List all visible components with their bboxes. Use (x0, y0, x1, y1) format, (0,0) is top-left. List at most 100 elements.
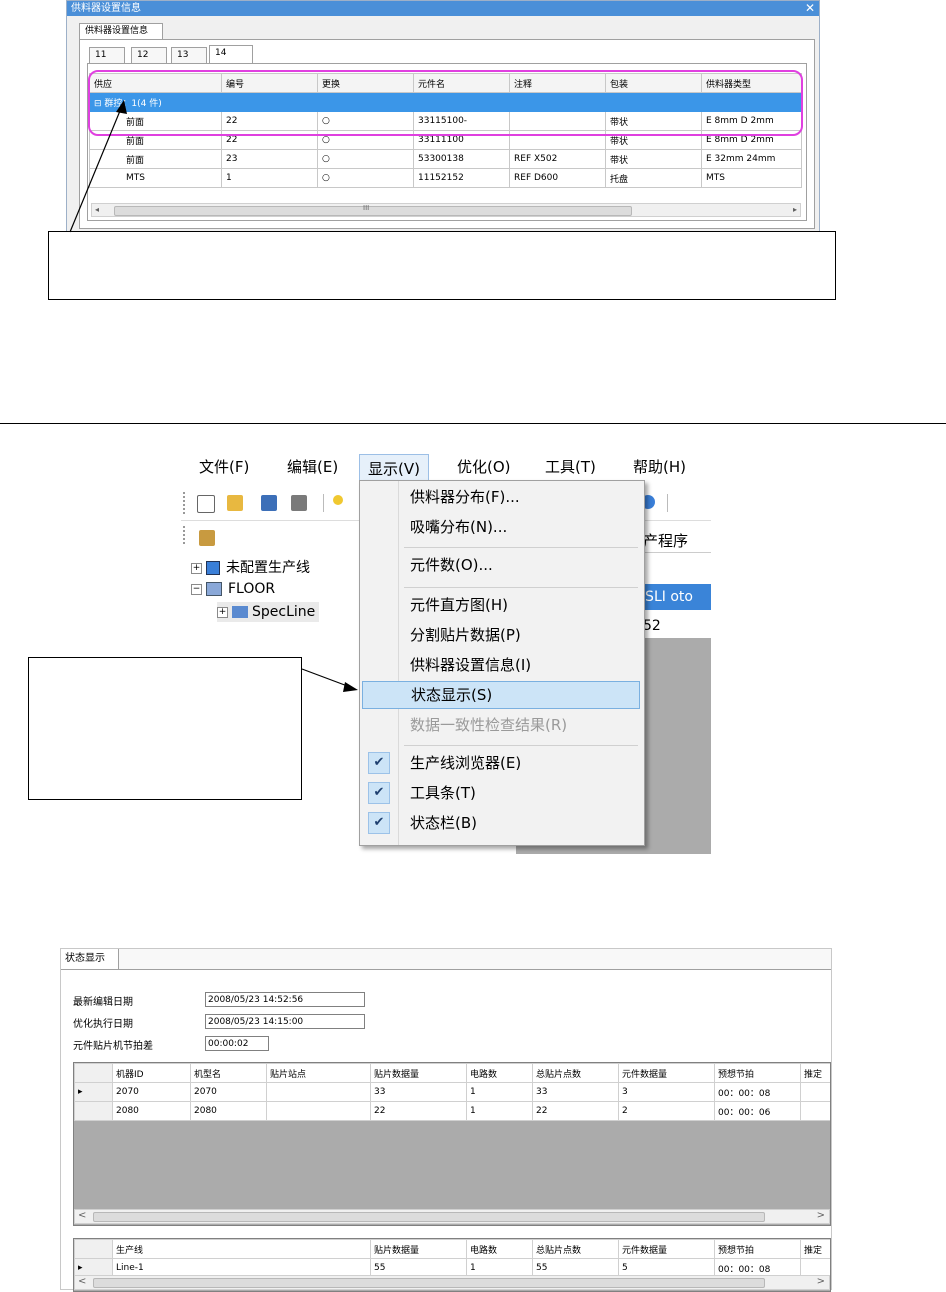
scroll-thumb[interactable] (93, 1212, 765, 1222)
menu-item-label: 分割贴片数据(P) (410, 626, 521, 644)
col-header-station[interactable]: 贴片站点 (266, 1063, 371, 1083)
cell: 33 (532, 1082, 619, 1102)
menu-item-split-placement[interactable]: 分割贴片数据(P) (362, 621, 640, 649)
properties-icon[interactable] (199, 530, 215, 546)
table-row[interactable]: ▸ 2070 2070 33 1 33 3 00：00：08 (74, 1082, 830, 1102)
col-header-line[interactable]: 生产线 (112, 1239, 371, 1259)
col-header-part-count[interactable]: 元件数据量 (618, 1239, 715, 1259)
add-icon[interactable] (333, 495, 343, 505)
cell (266, 1082, 371, 1102)
horizontal-scrollbar[interactable]: < > (74, 1209, 830, 1224)
scroll-thumb[interactable] (93, 1278, 765, 1288)
menu-item-toolbar[interactable]: ✔ 工具条(T) (362, 779, 640, 807)
menu-separator (404, 745, 638, 746)
tree-node-unassigned[interactable]: + 未配置生产线 (191, 558, 310, 578)
menu-file[interactable]: 文件(F) (199, 456, 249, 478)
menu-item-part-count[interactable]: 元件数(O)... (362, 551, 640, 579)
menu-item-label: 元件数(O)... (410, 556, 493, 574)
menu-item-label: 供料器设置信息(I) (410, 656, 532, 674)
check-icon: ✔ (368, 812, 390, 834)
grid-header-row: 生产线 贴片数据量 电路数 总贴片点数 元件数据量 预想节拍 推定 (74, 1239, 830, 1259)
cell: 22 (532, 1101, 619, 1121)
expand-icon[interactable]: + (217, 606, 228, 618)
field-opt-exec[interactable]: 2008/05/23 14:15:00 (205, 1014, 365, 1029)
toolbar-grip (183, 526, 187, 544)
menu-item-status-bar[interactable]: ✔ 状态栏(B) (362, 809, 640, 837)
field-tact-diff[interactable]: 00:00:02 (205, 1036, 269, 1051)
save-icon[interactable] (261, 495, 277, 511)
new-file-icon[interactable] (197, 495, 215, 513)
table-row[interactable]: 2080 2080 22 1 22 2 00：00：06 (74, 1101, 830, 1121)
line-table: 生产线 贴片数据量 电路数 总贴片点数 元件数据量 预想节拍 推定 ▸ Line… (74, 1239, 830, 1278)
menu-optimize[interactable]: 优化(O) (457, 456, 511, 478)
col-header-data-count[interactable]: 贴片数据量 (370, 1239, 467, 1259)
cell: 00：00：06 (714, 1101, 801, 1121)
scroll-right-arrow-icon[interactable]: > (817, 1210, 825, 1222)
tree-node-floor[interactable]: − FLOOR (191, 579, 275, 599)
menu-separator (404, 547, 638, 548)
selected-program[interactable]: -SLI oto (636, 584, 711, 610)
program-row[interactable]: 52 (643, 618, 661, 634)
menu-item-status-display[interactable]: 状态显示(S) (362, 681, 640, 709)
col-header-circuits[interactable]: 电路数 (466, 1239, 533, 1259)
scroll-right-arrow-icon[interactable]: > (817, 1276, 825, 1288)
callout-box-1 (48, 231, 836, 300)
col-header-part-count[interactable]: 元件数据量 (618, 1063, 715, 1083)
line-icon (206, 561, 220, 575)
menu-tools[interactable]: 工具(T) (545, 456, 596, 478)
tree-label: 未配置生产线 (226, 560, 310, 576)
print-icon[interactable] (291, 495, 307, 511)
menu-item-feeder-distribution[interactable]: 供料器分布(F)... (362, 483, 640, 511)
cell: 22 (370, 1101, 467, 1121)
menu-item-nozzle-distribution[interactable]: 吸嘴分布(N)... (362, 513, 640, 541)
floor-icon (206, 582, 222, 596)
tree-label: FLOOR (228, 581, 276, 597)
grid-header-row: 机器ID 机型名 贴片站点 贴片数据量 电路数 总贴片点数 元件数据量 预想节拍… (74, 1063, 830, 1083)
menu-item-consistency-check: 数据一致性检查结果(R) (362, 711, 640, 739)
tree-label: SpecLine (252, 604, 316, 620)
scroll-left-arrow-icon[interactable]: < (78, 1210, 86, 1222)
cell: 2 (618, 1101, 715, 1121)
col-header-estimate[interactable]: 推定 (800, 1239, 830, 1259)
horizontal-scrollbar[interactable]: < > (74, 1275, 830, 1290)
cell (800, 1082, 830, 1102)
col-header-machine-id[interactable]: 机器ID (112, 1063, 191, 1083)
menu-view[interactable]: 显示(V) (359, 454, 429, 482)
toolbar-grip (183, 492, 187, 514)
cell (266, 1101, 371, 1121)
menu-help[interactable]: 帮助(H) (633, 456, 686, 478)
col-header-data-count[interactable]: 贴片数据量 (370, 1063, 467, 1083)
toolbar-separator (667, 494, 668, 512)
col-header-model[interactable]: 机型名 (190, 1063, 267, 1083)
col-header-estimate[interactable]: 推定 (800, 1063, 830, 1083)
status-body: 最新编辑日期 2008/05/23 14:52:56 优化执行日期 2008/0… (61, 969, 831, 1292)
menu-item-line-browser[interactable]: ✔ 生产线浏览器(E) (362, 749, 640, 777)
col-header-circuits[interactable]: 电路数 (466, 1063, 533, 1083)
open-folder-icon[interactable] (227, 495, 243, 511)
section-divider (0, 423, 946, 424)
cell: 2080 (112, 1101, 191, 1121)
check-icon: ✔ (368, 752, 390, 774)
cell (800, 1101, 830, 1121)
toolbar-separator (323, 494, 324, 512)
cell: 2070 (112, 1082, 191, 1102)
status-display-panel: 状态显示 最新编辑日期 2008/05/23 14:52:56 优化执行日期 2… (60, 948, 832, 1292)
menu-item-part-histogram[interactable]: 元件直方图(H) (362, 591, 640, 619)
col-header-tact[interactable]: 预想节拍 (714, 1063, 801, 1083)
col-header-total-points[interactable]: 总贴片点数 (532, 1239, 619, 1259)
field-label-opt-exec: 优化执行日期 (73, 1019, 133, 1030)
field-last-edit[interactable]: 2008/05/23 14:52:56 (205, 992, 365, 1007)
cell: 1 (466, 1101, 533, 1121)
expand-icon[interactable]: + (191, 562, 202, 574)
col-header-total-points[interactable]: 总贴片点数 (532, 1063, 619, 1083)
menu-item-label: 生产线浏览器(E) (410, 754, 522, 772)
menu-item-label: 状态显示(S) (411, 686, 493, 704)
tab-status-display[interactable]: 状态显示 (61, 949, 119, 969)
cell: 2080 (190, 1101, 267, 1121)
scroll-left-arrow-icon[interactable]: < (78, 1276, 86, 1288)
collapse-icon[interactable]: − (191, 583, 202, 595)
menu-item-feeder-setup-info[interactable]: 供料器设置信息(I) (362, 651, 640, 679)
col-header-tact[interactable]: 预想节拍 (714, 1239, 801, 1259)
tree-node-specline[interactable]: + SpecLine (217, 602, 320, 622)
menu-edit[interactable]: 编辑(E) (287, 456, 338, 478)
